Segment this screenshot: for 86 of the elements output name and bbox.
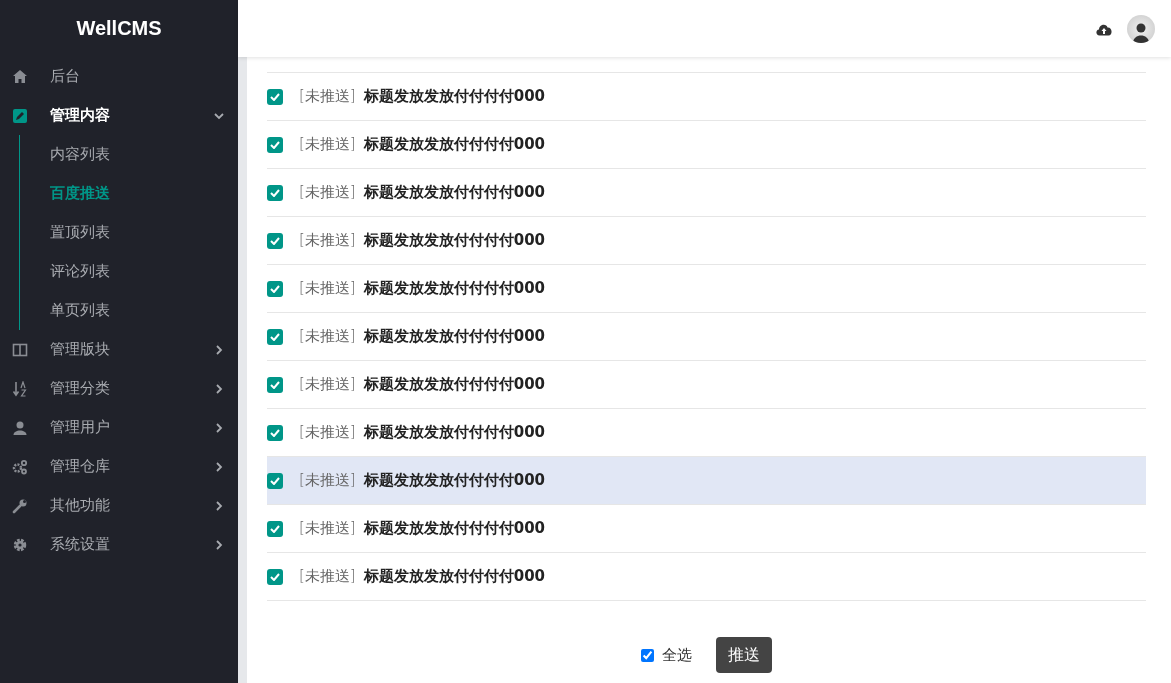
submenu-item[interactable]: 百度推送 [50, 184, 110, 203]
columns-icon [12, 341, 28, 358]
sidebar-item[interactable]: 管理内容 [0, 96, 238, 135]
post-title: 标题发放发放付付付付000 [363, 519, 546, 538]
push-status: [未推送] [299, 519, 356, 538]
list-row[interactable]: [未推送] 标题发放发放付付付付000 [267, 121, 1146, 169]
checkbox[interactable] [267, 472, 283, 489]
push-status: [未推送] [299, 135, 356, 154]
push-button[interactable]: 推送 [716, 637, 772, 673]
brand-logo: WellCMS [75, 16, 163, 41]
post-title: 标题发放发放付付付付000 [363, 567, 546, 586]
check-icon [270, 236, 280, 245]
chevron-icon [214, 383, 224, 394]
check-icon [270, 524, 280, 533]
checkbox[interactable] [267, 568, 283, 585]
checkbox[interactable] [267, 136, 283, 153]
check-icon [270, 428, 280, 437]
sidebar-item[interactable]: 其他功能 [0, 486, 238, 525]
submenu-item[interactable]: 单页列表 [50, 301, 110, 320]
check-icon [270, 284, 280, 293]
checkbox[interactable] [267, 280, 283, 297]
list-row[interactable]: [未推送] 标题发放发放付付付付000 [267, 457, 1146, 505]
post-title: 标题发放发放付付付付000 [363, 231, 546, 250]
post-title: 标题发放发放付付付付000 [363, 279, 546, 298]
post-title: 标题发放发放付付付付000 [363, 327, 546, 346]
select-all-checkbox[interactable] [641, 648, 654, 662]
push-status: [未推送] [299, 471, 356, 490]
push-status: [未推送] [299, 327, 356, 346]
chevron-icon [214, 422, 224, 433]
list-row[interactable]: [未推送] 标题发放发放付付付付000 [267, 217, 1146, 265]
chevron-icon [214, 110, 224, 121]
post-title: 标题发放发放付付付付000 [363, 375, 546, 394]
checkbox[interactable] [267, 376, 283, 393]
post-title: 标题发放发放付付付付000 [363, 471, 546, 490]
sidebar-item[interactable]: 后台 [0, 57, 238, 96]
edit-icon [12, 107, 28, 124]
sidebar-item[interactable]: 系统设置 [0, 525, 238, 564]
submenu-item[interactable]: 评论列表 [50, 262, 110, 281]
checkbox[interactable] [267, 328, 283, 345]
checkbox[interactable] [267, 520, 283, 537]
select-all-label: 全选 [662, 645, 692, 665]
chevron-icon [214, 461, 224, 472]
home-icon [12, 68, 28, 85]
post-title: 标题发放发放付付付付000 [363, 87, 546, 106]
list-row[interactable]: [未推送] 标题发放发放付付付付000 [267, 505, 1146, 553]
chevron-icon [214, 344, 224, 355]
user-avatar[interactable] [1127, 14, 1155, 43]
list-row[interactable]: [未推送] 标题发放发放付付付付000 [267, 265, 1146, 313]
list-row[interactable]: [未推送] 标题发放发放付付付付000 [267, 169, 1146, 217]
list-row[interactable]: [未推送] 标题发放发放付付付付000 [267, 553, 1146, 601]
check-icon [270, 476, 280, 485]
sort-icon [12, 380, 28, 397]
push-status: [未推送] [299, 183, 356, 202]
push-status: [未推送] [299, 375, 356, 394]
submenu-item[interactable]: 置顶列表 [50, 223, 110, 242]
checkbox[interactable] [267, 232, 283, 249]
wrench-icon [12, 497, 28, 514]
user-icon [12, 419, 28, 436]
checkbox[interactable] [267, 184, 283, 201]
sidebar-item[interactable]: 管理版块 [0, 330, 238, 369]
check-icon [270, 572, 280, 581]
chevron-icon [214, 500, 224, 511]
sidebar-item[interactable]: 管理用户 [0, 408, 238, 447]
push-status: [未推送] [299, 279, 356, 298]
check-icon [270, 140, 280, 149]
sidebar-item[interactable]: 管理仓库 [0, 447, 238, 486]
check-icon [270, 92, 280, 101]
check-icon [270, 380, 280, 389]
checkbox[interactable] [267, 424, 283, 441]
sidebar-item[interactable]: 管理分类 [0, 369, 238, 408]
check-icon [270, 188, 280, 197]
push-status: [未推送] [299, 423, 356, 442]
list-row[interactable]: [未推送] 标题发放发放付付付付000 [267, 313, 1146, 361]
chevron-icon [214, 539, 224, 550]
submenu-item[interactable]: 内容列表 [50, 145, 110, 164]
post-title: 标题发放发放付付付付000 [363, 135, 546, 154]
push-status: [未推送] [299, 231, 356, 250]
checkbox[interactable] [267, 88, 283, 105]
post-title: 标题发放发放付付付付000 [363, 423, 546, 442]
list-row[interactable]: [未推送] 标题发放发放付付付付000 [267, 361, 1146, 409]
post-title: 标题发放发放付付付付000 [363, 183, 546, 202]
list-row[interactable]: [未推送] 标题发放发放付付付付000 [267, 73, 1146, 121]
check-icon [270, 332, 280, 341]
push-status: [未推送] [299, 567, 356, 586]
push-status: [未推送] [299, 87, 356, 106]
gear-icon [12, 536, 28, 553]
